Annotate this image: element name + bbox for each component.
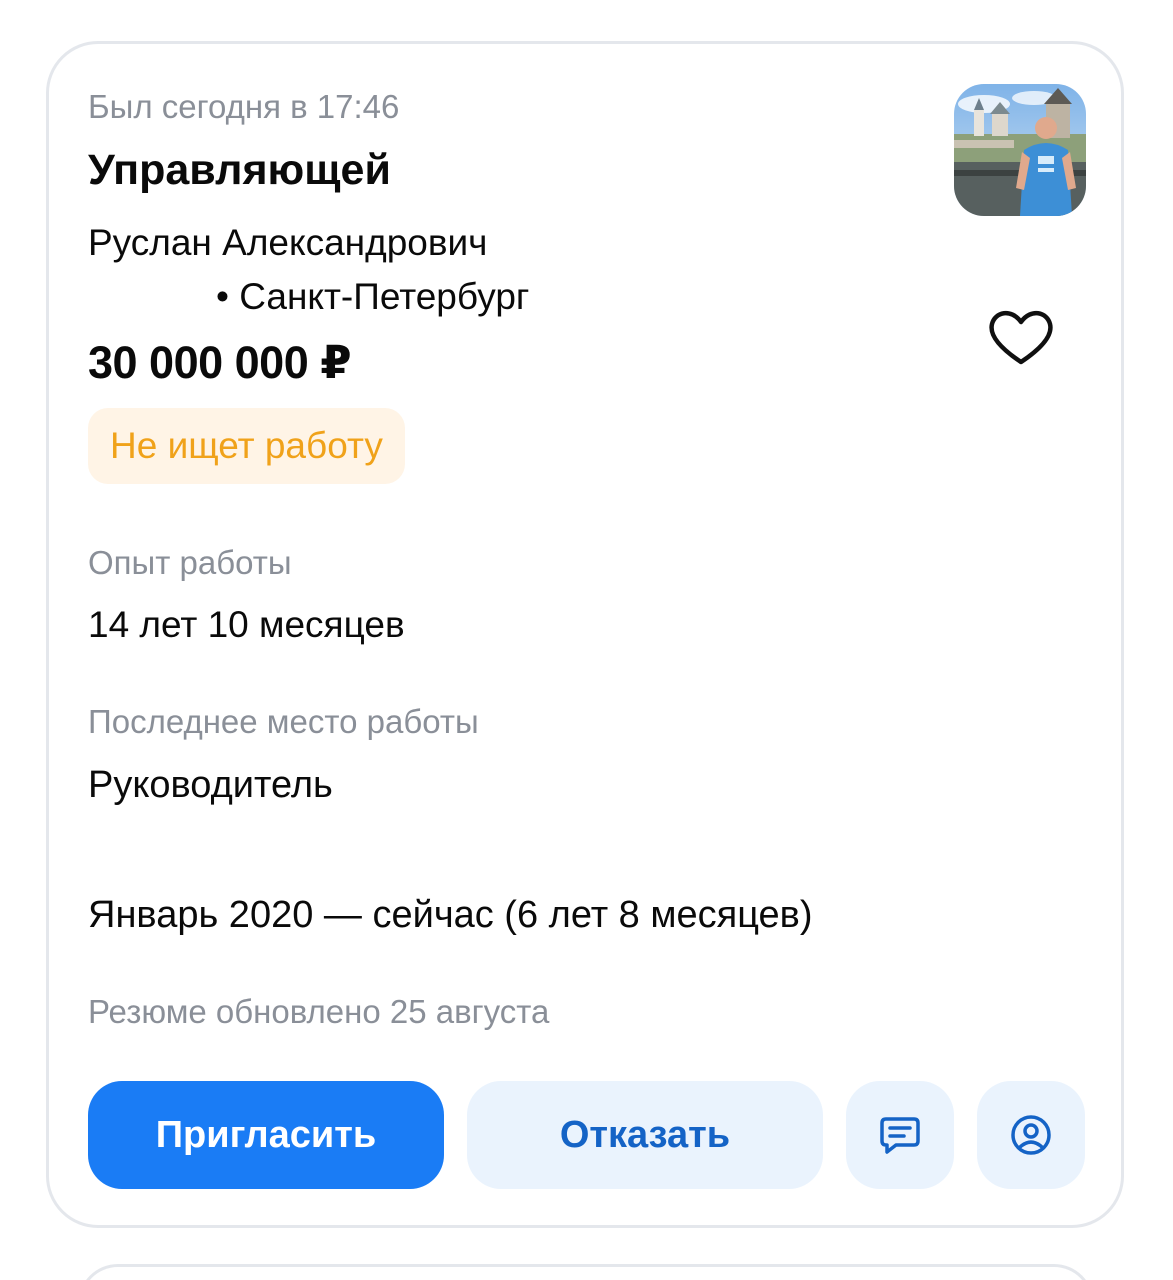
invite-button[interactable]: Пригласить xyxy=(88,1081,444,1189)
last-seen-text: Был сегодня в 17:46 xyxy=(88,88,400,125)
status-badge: Не ищет работу xyxy=(88,408,405,484)
favorite-button[interactable] xyxy=(986,306,1056,368)
next-resume-card[interactable] xyxy=(78,1264,1094,1280)
profile-button[interactable] xyxy=(977,1081,1085,1189)
avatar[interactable] xyxy=(954,84,1086,216)
salary: 30 000 000 ₽ xyxy=(88,337,352,388)
candidate-location: • Санкт-Петербург xyxy=(216,276,530,317)
candidate-name: Руслан Александрович xyxy=(88,222,488,263)
last-job-period: Январь 2020 — сейчас (6 лет 8 месяцев) xyxy=(88,894,813,936)
last-job-label: Последнее место работы xyxy=(88,703,479,740)
experience-label: Опыт работы xyxy=(88,544,292,581)
avatar-photo xyxy=(954,84,1086,216)
experience-value: 14 лет 10 месяцев xyxy=(88,604,405,645)
resume-title[interactable]: Управляющей xyxy=(88,146,391,195)
heart-icon xyxy=(989,311,1053,365)
resume-updated: Резюме обновлено 25 августа xyxy=(88,993,550,1030)
reject-button[interactable]: Отказать xyxy=(467,1081,823,1189)
user-circle-icon xyxy=(1011,1115,1051,1155)
last-job-position: Руководитель xyxy=(88,764,333,806)
chat-button[interactable] xyxy=(846,1081,954,1189)
chat-icon xyxy=(880,1117,920,1154)
page: Был сегодня в 17:46 Управляющей Руслан А… xyxy=(0,0,1173,1280)
